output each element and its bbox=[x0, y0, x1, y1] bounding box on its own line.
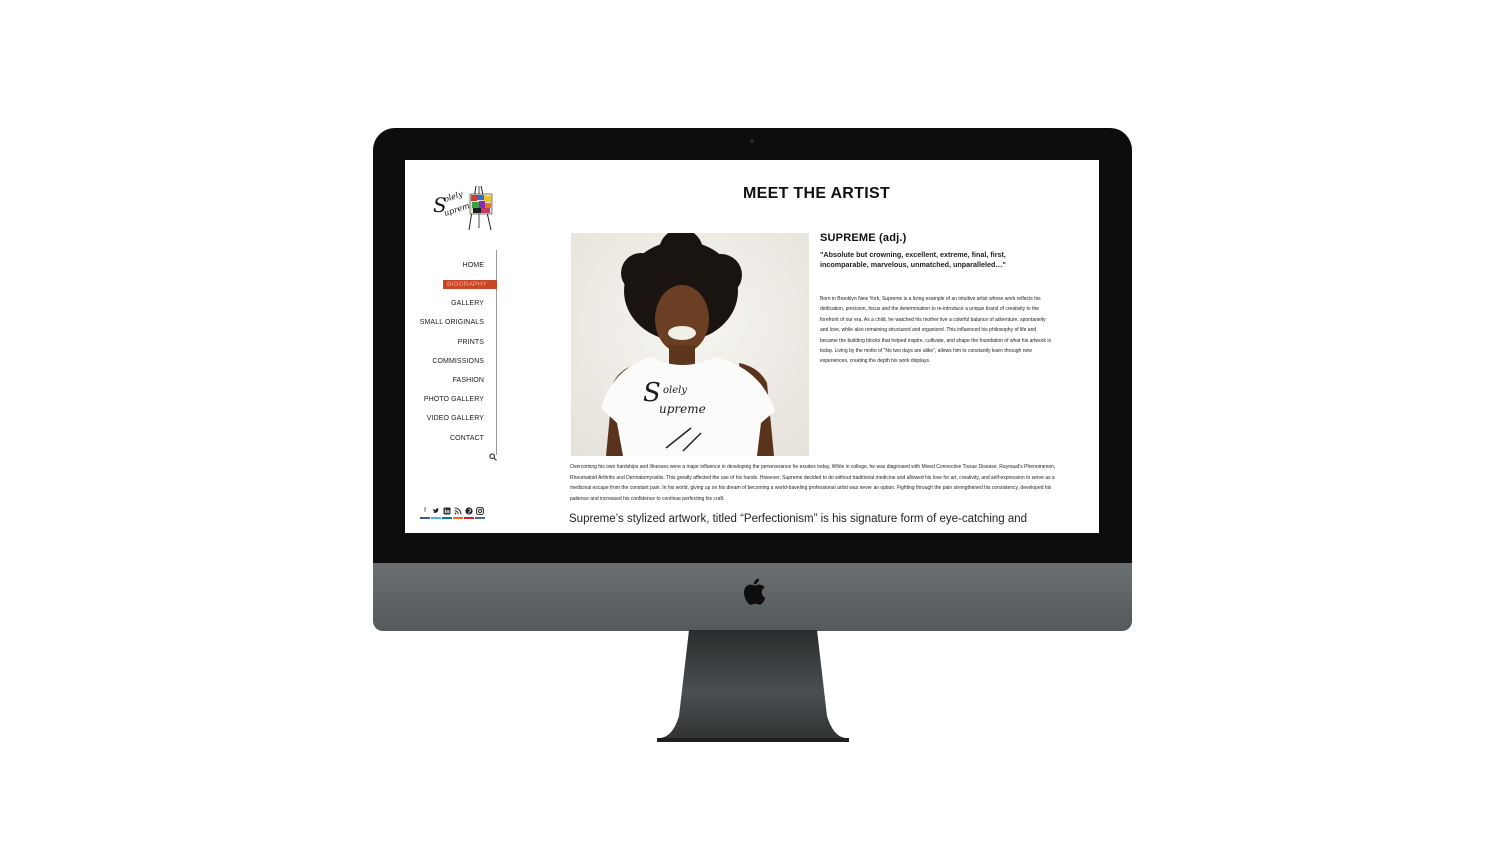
lead-paragraph: Supreme’s stylized artwork, titled “Perf… bbox=[569, 513, 1028, 525]
site-logo[interactable]: S olely upreme bbox=[431, 184, 497, 232]
search-icon[interactable] bbox=[489, 453, 497, 461]
sidebar-nav: HOME BIOGRAPHY GALLERY SMALL ORIGINALS P… bbox=[405, 256, 497, 448]
social-color-bars bbox=[420, 517, 485, 519]
linkedin-icon[interactable] bbox=[443, 507, 451, 515]
facebook-icon[interactable]: f bbox=[421, 507, 429, 515]
sidebar-item-gallery[interactable]: GALLERY bbox=[405, 294, 497, 313]
sidebar-item-video-gallery[interactable]: VIDEO GALLERY bbox=[405, 409, 497, 428]
svg-text:olely: olely bbox=[443, 189, 464, 204]
bio-paragraph-2: Overcoming his own hardships and illness… bbox=[570, 464, 1056, 502]
sidebar-item-small-originals[interactable]: SMALL ORIGINALS bbox=[405, 313, 497, 332]
page-title: MEET THE ARTIST bbox=[743, 185, 891, 202]
bio-paragraph-1: Born in Brooklyn New York, Supreme is a … bbox=[820, 296, 1051, 365]
definition-heading: SUPREME (adj.) bbox=[820, 232, 907, 244]
pinterest-icon[interactable] bbox=[465, 507, 473, 515]
sidebar-item-contact[interactable]: CONTACT bbox=[405, 429, 497, 448]
sidebar-item-commissions[interactable]: COMMISSIONS bbox=[405, 352, 497, 371]
svg-text:olely: olely bbox=[663, 385, 687, 396]
sidebar-item-home[interactable]: HOME bbox=[405, 256, 497, 275]
sidebar-item-prints[interactable]: PRINTS bbox=[405, 333, 497, 352]
monitor-stand bbox=[657, 630, 849, 742]
sidebar-item-fashion[interactable]: FASHION bbox=[405, 371, 497, 390]
sidebar-item-biography[interactable]: BIOGRAPHY bbox=[443, 280, 497, 290]
rss-icon[interactable] bbox=[454, 507, 462, 515]
camera-icon bbox=[750, 139, 754, 143]
sidebar-item-photo-gallery[interactable]: PHOTO GALLERY bbox=[405, 390, 497, 409]
apple-logo-icon bbox=[744, 578, 766, 605]
svg-text:upreme: upreme bbox=[659, 402, 706, 416]
definition-quote: "Absolute but crowning, excellent, extre… bbox=[820, 250, 1006, 269]
artist-photo: S olely upreme bbox=[571, 233, 809, 456]
instagram-icon[interactable] bbox=[476, 507, 484, 515]
twitter-icon[interactable] bbox=[432, 507, 440, 515]
browser-screen: S olely upreme HOME BIOGRAPHY GALLERY SM… bbox=[405, 160, 1099, 533]
social-links: f bbox=[421, 507, 484, 515]
